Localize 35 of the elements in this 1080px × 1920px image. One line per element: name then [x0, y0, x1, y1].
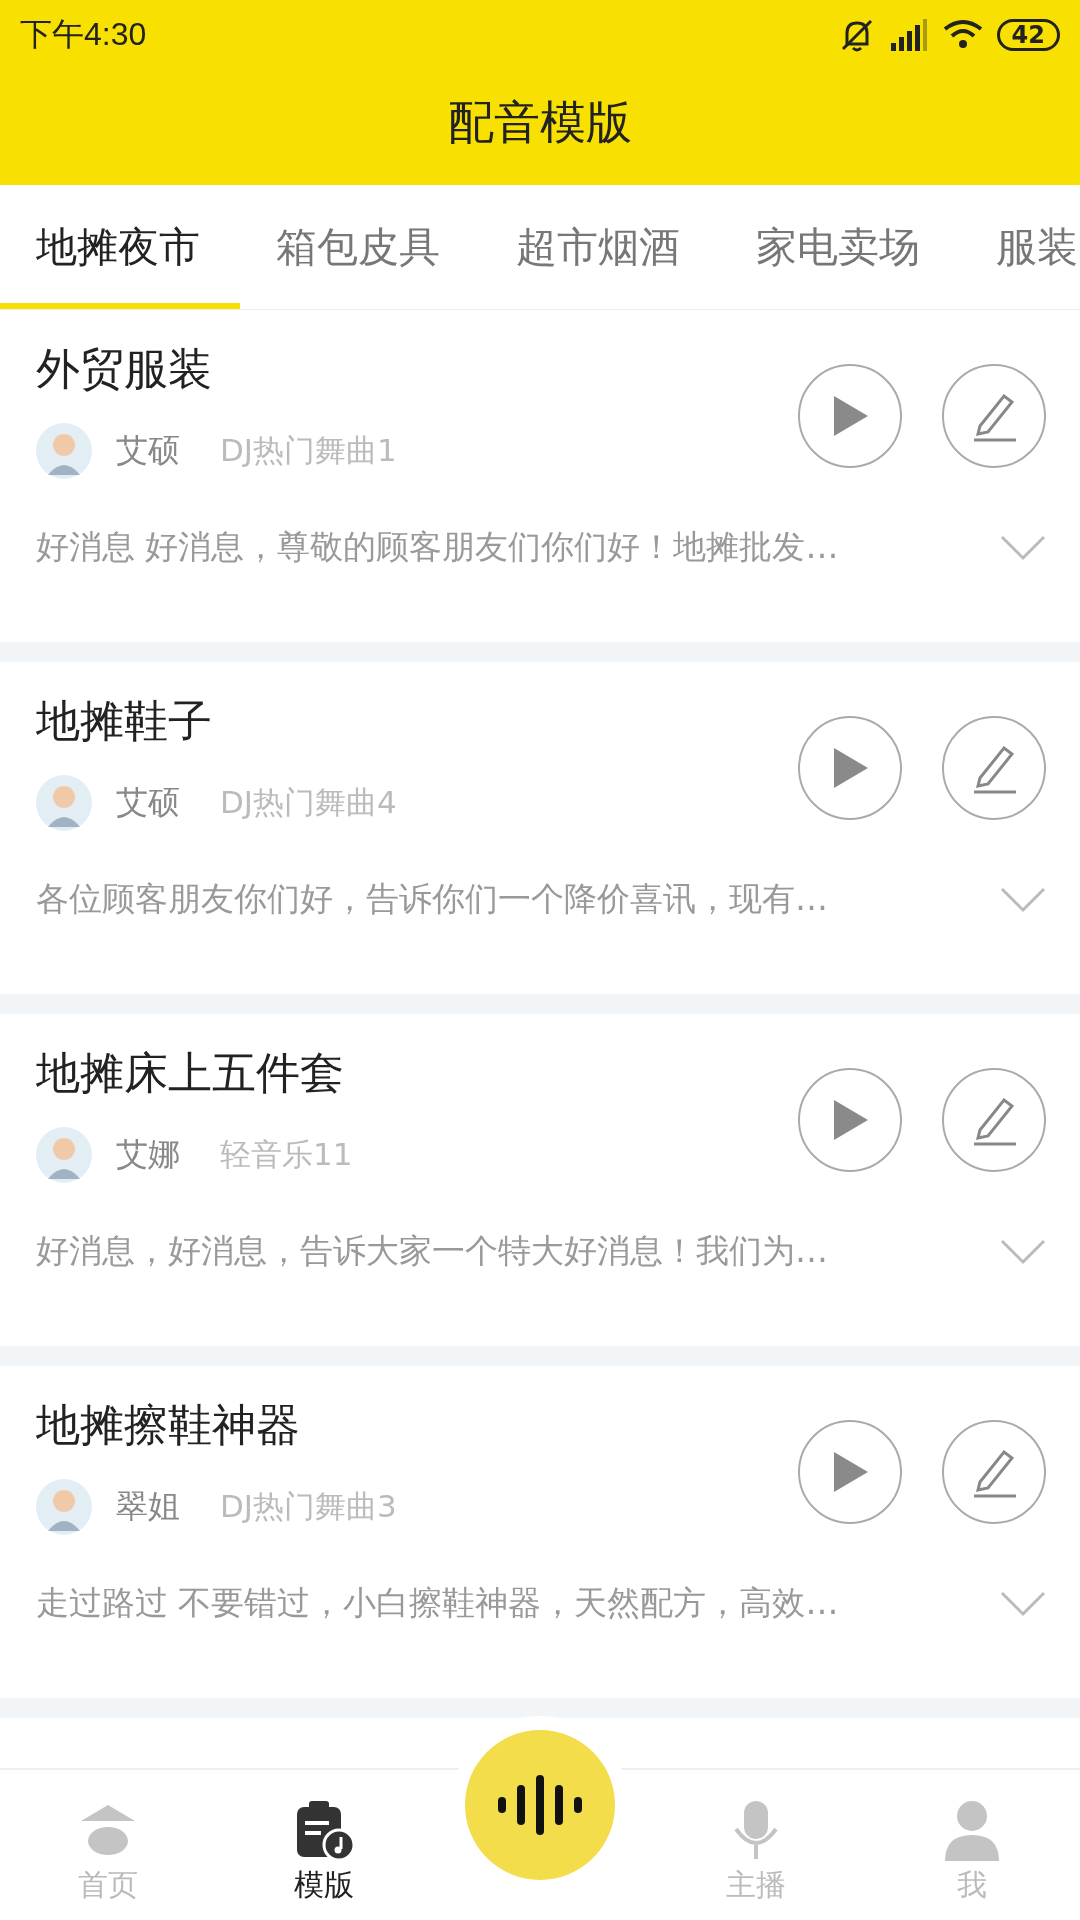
waveform-icon: [498, 1775, 582, 1835]
avatar: [36, 423, 92, 479]
category-tab[interactable]: 箱包皮具: [240, 185, 480, 309]
voice-name: 艾硕: [116, 430, 180, 471]
chevron-down-icon[interactable]: [1000, 534, 1046, 561]
music-name: DJ热门舞曲4: [220, 783, 397, 822]
avatar: [36, 1479, 92, 1535]
template-title: 地摊擦鞋神器: [36, 1398, 301, 1452]
music-name: 轻音乐11: [220, 1135, 353, 1174]
status-time: 下午4:30: [20, 15, 147, 54]
voice-name: 翠姐: [116, 1486, 180, 1527]
nav-tab[interactable]: 模版: [216, 1770, 432, 1920]
page-title: 配音模版: [448, 93, 632, 151]
music-name: DJ热门舞曲3: [220, 1487, 397, 1526]
template-title: 地摊床上五件套: [36, 1046, 345, 1100]
category-tab[interactable]: 家电卖场: [720, 185, 960, 309]
chevron-down-icon[interactable]: [1000, 886, 1046, 913]
avatar: [36, 1127, 92, 1183]
wifi-icon: [942, 19, 983, 51]
template-title: 地摊鞋子: [36, 694, 213, 748]
template-preview-text: 走过路过 不要错过，小白擦鞋神器，天然配方，高效…: [36, 1582, 839, 1624]
template-title: 外贸服装: [36, 342, 213, 396]
category-tab[interactable]: 服装: [960, 185, 1080, 309]
avatar: [36, 775, 92, 831]
chevron-down-icon[interactable]: [1000, 1238, 1046, 1265]
voice-name: 艾硕: [116, 782, 180, 823]
chevron-down-icon[interactable]: [1000, 1590, 1046, 1617]
signal-icon: [888, 17, 929, 53]
template-preview-text: 好消息，好消息，告诉大家一个特大好消息！我们为…: [36, 1230, 828, 1272]
voice-name: 艾娜: [116, 1134, 180, 1175]
music-name: DJ热门舞曲1: [220, 431, 397, 470]
battery-level: 42: [996, 19, 1060, 51]
template-preview-text: 好消息 好消息，尊敬的顾客朋友们你们好！地摊批发…: [36, 526, 839, 568]
template-preview-text: 各位顾客朋友你们好，告诉你们一个降价喜讯，现有…: [36, 878, 828, 920]
category-tab[interactable]: 超市烟酒: [480, 185, 720, 309]
